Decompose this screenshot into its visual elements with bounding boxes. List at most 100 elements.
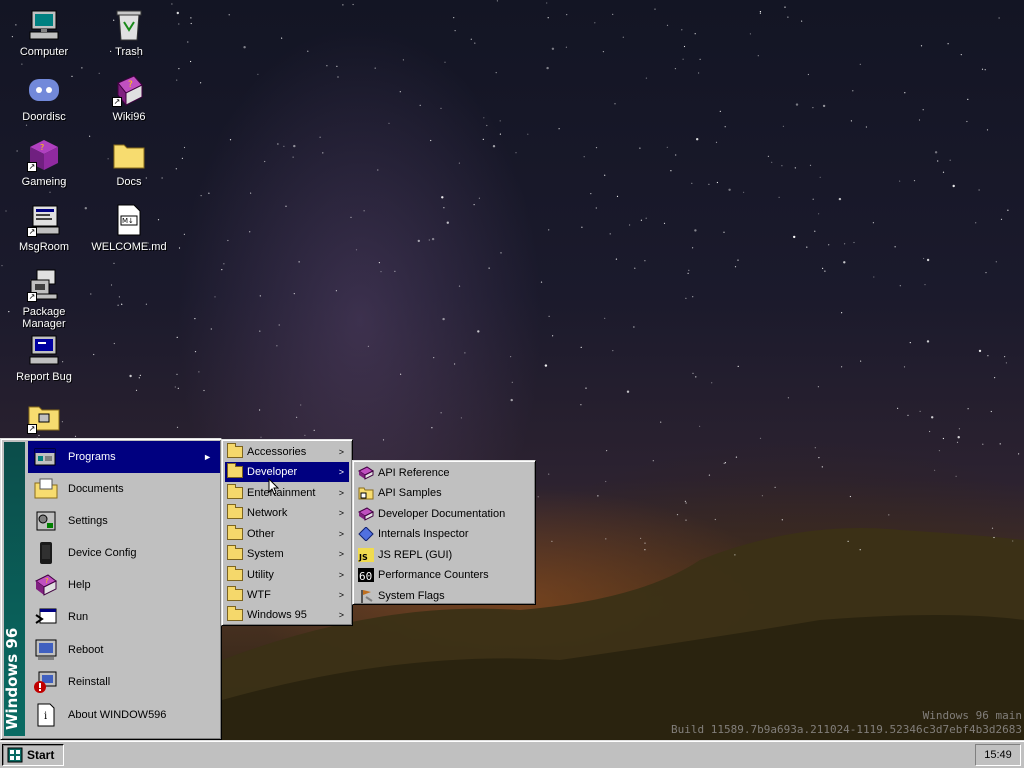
start-menu-item-about[interactable]: i About WINDOW596 [28, 699, 220, 731]
system-tray: 15:49 [975, 744, 1021, 766]
star [336, 65, 338, 67]
desktop-icon-msgroom[interactable]: ↗ MsgRoom [6, 203, 82, 253]
desktop-icon-label: WELCOME.md [91, 241, 167, 253]
star [682, 58, 684, 60]
programs-item-network[interactable]: Network > [225, 503, 349, 523]
developer-item-system-flags[interactable]: System Flags [356, 586, 532, 606]
star [984, 69, 986, 71]
programs-item-label: Utility [247, 569, 274, 581]
star [259, 330, 261, 332]
star [259, 409, 261, 411]
star [822, 267, 824, 269]
svg-text:60: 60 [359, 570, 372, 582]
start-menu-item-documents[interactable]: Documents [28, 473, 220, 505]
programs-item-accessories[interactable]: Accessories > [225, 442, 349, 462]
start-menu-item-settings[interactable]: Settings [28, 505, 220, 537]
star [464, 352, 466, 354]
programs-item-label: Other [247, 528, 275, 540]
start-menu-item-programs[interactable]: Programs ► [28, 441, 220, 473]
start-menu-item-device-config[interactable]: Device Config [28, 537, 220, 569]
desktop-icon-doordisc[interactable]: Doordisc [6, 73, 82, 123]
programs-item-other[interactable]: Other > [225, 524, 349, 544]
desktop-icon-wiki96[interactable]: ? ↗ Wiki96 [91, 73, 167, 123]
star [1007, 209, 1009, 211]
star [859, 63, 861, 65]
star [492, 145, 496, 148]
star [430, 139, 432, 142]
star [683, 45, 686, 48]
star [194, 318, 196, 320]
star [692, 296, 694, 298]
star [597, 495, 599, 497]
programs-item-wtf[interactable]: WTF > [225, 585, 349, 605]
developer-item-api-samples[interactable]: API Samples [356, 483, 532, 503]
desktop-icon-partial[interactable]: ↗ [6, 400, 82, 438]
device-icon [34, 541, 58, 565]
desktop-icon-package-manager[interactable]: ↗ Package Manager [6, 268, 82, 330]
star [774, 486, 776, 488]
star [544, 364, 548, 367]
star [685, 502, 687, 504]
star [388, 122, 390, 124]
star [190, 60, 192, 63]
star [190, 22, 192, 25]
star [812, 107, 814, 109]
star [440, 107, 442, 109]
programs-item-system[interactable]: System > [225, 544, 349, 564]
star [223, 263, 225, 265]
developer-item-performance-counters[interactable]: 60 Performance Counters [356, 565, 532, 585]
folder-icon [227, 525, 243, 541]
developer-item-label: Developer Documentation [378, 508, 506, 520]
start-menu-item-reinstall[interactable]: Reinstall [28, 666, 220, 698]
start-menu-item-help[interactable]: ? Help [28, 569, 220, 601]
star [84, 207, 88, 210]
developer-item-developer-documentation[interactable]: Developer Documentation [356, 504, 532, 524]
star [431, 237, 435, 241]
star [118, 296, 120, 298]
star [355, 249, 358, 251]
star [377, 169, 379, 171]
star [440, 412, 442, 414]
submenu-arrow-icon: > [338, 549, 344, 559]
star [292, 156, 294, 158]
desktop-icon-welcome[interactable]: M↓ WELCOME.md [91, 203, 167, 253]
star [117, 304, 119, 306]
star [585, 387, 587, 389]
star [684, 500, 687, 502]
star [176, 336, 178, 338]
star [715, 141, 718, 143]
star [991, 527, 994, 529]
programs-item-utility[interactable]: Utility > [225, 565, 349, 585]
star [724, 126, 726, 128]
desktop-icon-gameing[interactable]: ? ↗ Gameing [6, 138, 82, 188]
star [604, 174, 606, 176]
star [49, 191, 51, 193]
desktop-icon-label: Report Bug [16, 371, 72, 383]
start-menu-item-run[interactable]: Run [28, 601, 220, 633]
developer-item-api-reference[interactable]: API Reference [356, 463, 532, 483]
start-menu-item-reboot[interactable]: Reboot [28, 634, 220, 666]
desktop-icon-trash[interactable]: Trash [91, 8, 167, 58]
svg-text:?: ? [40, 143, 44, 152]
wiki-book-icon: ? ↗ [112, 73, 146, 107]
programs-item-developer[interactable]: Developer > [225, 462, 349, 482]
developer-item-label: Performance Counters [378, 569, 489, 581]
developer-item-internals-inspector[interactable]: Internals Inspector [356, 524, 532, 544]
start-button[interactable]: Start [2, 744, 64, 766]
folder-icon [227, 463, 243, 479]
star [139, 374, 141, 376]
star [966, 120, 968, 123]
desktop-icon-label: Doordisc [22, 111, 66, 123]
programs-item-windows-95[interactable]: Windows 95 > [225, 605, 349, 625]
taskbar-clock[interactable]: 15:49 [984, 749, 1012, 761]
desktop-icon-docs[interactable]: Docs [91, 138, 167, 188]
programs-item-entertainment[interactable]: Entertainment > [225, 483, 349, 503]
developer-item-js-repl[interactable]: JS JS REPL (GUI) [356, 545, 532, 565]
star [714, 518, 716, 521]
svg-text:i: i [44, 711, 47, 722]
star [987, 355, 989, 357]
desktop-icon-report-bug[interactable]: Report Bug [6, 333, 82, 383]
star [615, 258, 618, 260]
build-branch-text: Windows 96 main [922, 709, 1022, 722]
desktop-icon-computer[interactable]: Computer [6, 8, 82, 58]
